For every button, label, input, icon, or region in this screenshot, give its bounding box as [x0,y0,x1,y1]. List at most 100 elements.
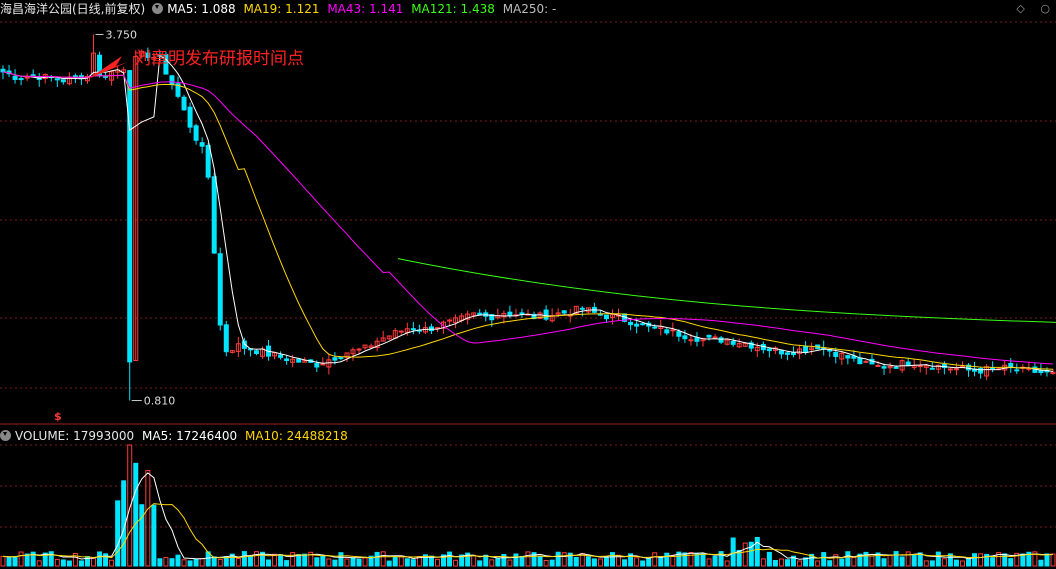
ma5-value: MA5: 1.088 [167,2,236,16]
volume-bar [193,558,199,567]
candle-body [0,68,6,73]
volume-bar [561,552,567,567]
volume-bar [266,559,272,567]
volume-bar [12,556,18,567]
volume-bar [839,558,845,567]
stock-chart[interactable]: 3.750 0.810 刘章明发布研报时间点 $ [0,0,1056,569]
volume-bar [549,559,555,567]
ma19-value: MA19: 1.121 [243,2,320,16]
volume-bar [169,558,175,567]
volume-bar [664,552,670,567]
volume-bar [706,558,712,567]
candle-body [217,253,223,326]
candle-body [103,75,109,78]
top-right-icons: ◇ ○ [1004,2,1050,15]
stock-title: 海昌海洋公园(日线,前复权) [0,2,146,16]
volume-bar [640,560,646,567]
candle-body [688,339,694,342]
volume-bar [175,554,181,567]
candle-body [519,312,525,315]
volume-legend: VOLUME: 17993000 MA5: 17246400 MA10: 244… [0,427,352,445]
volume-bar [320,555,326,567]
candle-body [30,74,36,77]
candle-body [1014,369,1020,372]
volume-bar [109,559,115,567]
candle-body [706,334,712,338]
volume-bar [54,558,60,567]
volume-bar [899,556,905,567]
candle-body [875,364,881,367]
candle-body [72,75,78,78]
volume-bar [338,552,344,567]
volume-bar [905,551,911,567]
volume-bar [1038,559,1044,567]
volume-bar [247,556,253,567]
volume-bar [181,559,187,567]
volume-bar [688,552,694,567]
diamond-icon[interactable]: ◇ [1016,2,1024,15]
volume-bar [302,553,308,567]
volume-bar [290,552,296,567]
volume-bar [314,557,320,567]
circle-icon[interactable]: ○ [1040,2,1050,15]
volume-bar [585,556,591,567]
candle-body [24,76,30,79]
volume-bar [483,554,489,567]
volume-bar [115,500,121,567]
volume-bar [477,560,483,567]
candle-body [561,310,567,314]
ma121-value: MA121: 1.438 [411,2,495,16]
volume-bar [760,558,766,567]
volume-bar [966,559,972,567]
chevron-down-icon[interactable] [0,430,11,441]
volume-bar [893,551,899,567]
volume-bar [48,551,54,567]
volume-bar [591,558,597,567]
volume-bar [869,555,875,567]
candle-body [507,311,513,316]
volume-bar [953,559,959,567]
candle-body [181,96,187,111]
candle-body [253,350,259,354]
volume-bar [519,555,525,567]
volume-bar [332,559,338,567]
candle-body [54,78,60,81]
volume-bar [187,560,193,567]
candle-body [320,363,326,366]
volume-bar [362,557,368,567]
volume-bar [978,553,984,567]
candle-body [1038,370,1044,373]
volume-bar [66,560,72,567]
candle-body [664,329,670,334]
candle-body [410,328,416,331]
volume-ma5-value: MA5: 17246400 [142,429,238,443]
candle-body [766,348,772,352]
volume-bar [235,558,241,567]
volume-bar [972,553,978,567]
volume-bar [573,556,579,567]
price-legend: 海昌海洋公园(日线,前复权) MA5: 1.088 MA19: 1.121 MA4… [0,0,560,18]
volume-bar [374,551,380,567]
candle-body [929,367,935,370]
annotation-label: 刘章明发布研报时间点 [134,49,304,69]
chevron-down-icon[interactable] [152,3,164,14]
volume-bar [658,556,664,567]
volume-bar [555,551,561,567]
volume-bar [682,552,688,567]
candle-body [784,352,790,355]
volume-bar [350,557,356,567]
ma5-line [2,54,1054,372]
candle-body [634,323,640,327]
volume-bar [652,552,658,567]
volume-ma10-value: MA10: 24488218 [244,429,348,443]
candle-body [863,360,869,363]
candle-body [223,324,229,353]
volume-bar [145,469,151,567]
ma121-line [397,258,1056,323]
candle-body [278,354,284,358]
volume-bar [489,559,495,567]
volume-bar [398,555,404,567]
high-price-label: 3.750 [106,28,138,41]
candle-body [579,307,585,310]
candle-body [332,357,338,361]
